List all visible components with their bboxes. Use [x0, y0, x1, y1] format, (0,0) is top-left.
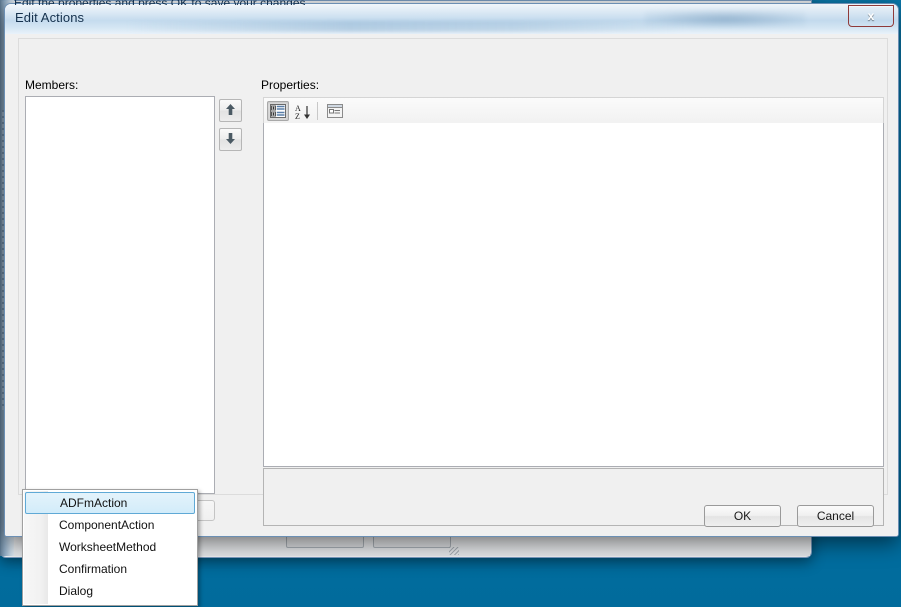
resize-grip-icon[interactable] — [449, 547, 459, 555]
dialog-title: Edit Actions — [15, 10, 85, 25]
titlebar-glass-reflection — [125, 21, 685, 32]
menu-item-dialog[interactable]: Dialog — [23, 580, 197, 602]
property-grid[interactable] — [263, 123, 884, 467]
alphabetical-sort-icon[interactable]: A Z — [292, 101, 314, 121]
move-up-button[interactable] — [219, 99, 242, 122]
properties-label: Properties: — [261, 78, 320, 92]
property-pages-icon[interactable] — [324, 101, 346, 121]
members-listbox[interactable] — [25, 96, 215, 494]
menu-item-worksheetmethod[interactable]: WorksheetMethod — [23, 536, 197, 558]
arrow-up-icon — [226, 104, 235, 115]
categorized-view-icon[interactable] — [267, 101, 289, 121]
menu-item-confirmation[interactable]: Confirmation — [23, 558, 197, 580]
menu-item-adfmaction[interactable]: ADFmAction — [25, 492, 195, 514]
property-grid-toolbar: A Z — [263, 97, 884, 125]
close-icon[interactable]: x — [848, 5, 894, 27]
background-hint-strip: Edit the properties and press OK to save… — [14, 0, 614, 5]
property-description-panel — [263, 468, 884, 526]
add-dropdown-menu[interactable]: ADFmAction ComponentAction WorksheetMeth… — [22, 489, 198, 606]
background-hint-text: Edit the properties and press OK to save… — [14, 0, 614, 5]
arrow-down-icon — [226, 133, 235, 144]
ok-button[interactable]: OK — [704, 505, 781, 527]
cancel-button[interactable]: Cancel — [797, 505, 874, 527]
toolbar-separator — [317, 102, 318, 120]
members-label: Members: — [25, 78, 79, 92]
dialog-body: Members: Properties: A Z OK Cancel — [5, 34, 898, 536]
edit-actions-dialog: Edit Actions x Members: Properties: A Z … — [4, 3, 899, 537]
svg-text:Z: Z — [295, 112, 300, 120]
dialog-titlebar[interactable]: Edit Actions x — [5, 4, 898, 35]
move-down-button[interactable] — [219, 128, 242, 151]
menu-item-componentaction[interactable]: ComponentAction — [23, 514, 197, 536]
